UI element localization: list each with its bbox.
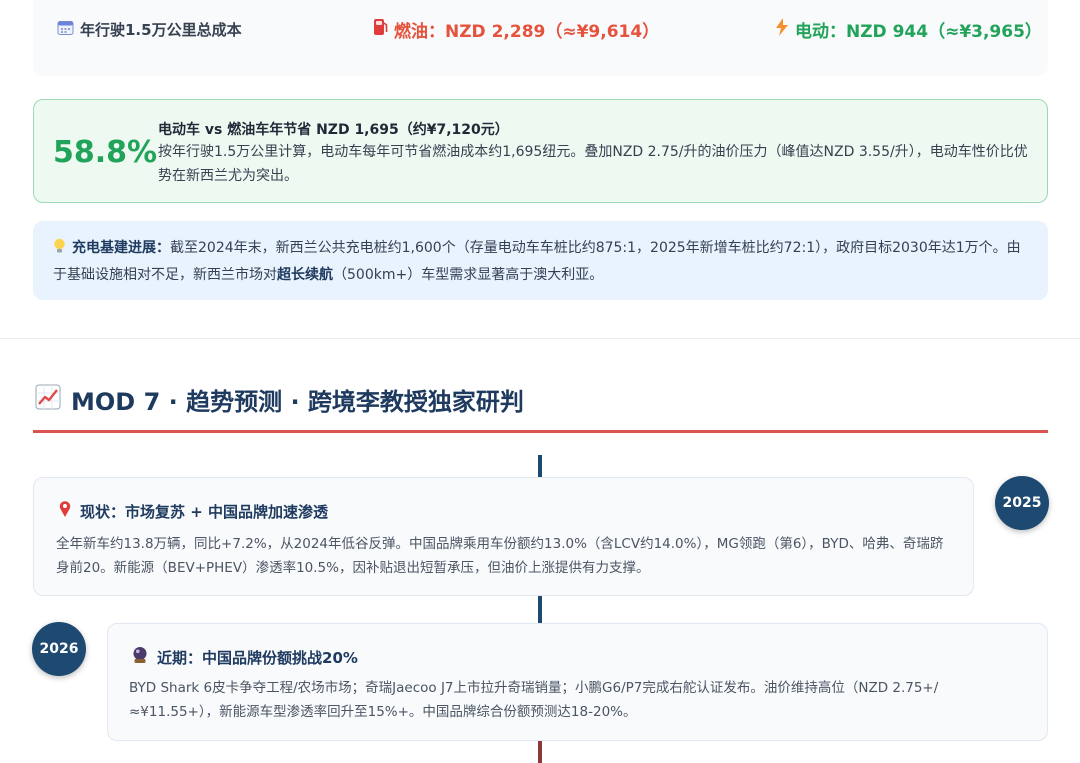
timeline-line-top — [538, 455, 542, 478]
timeline-body-2026: BYD Shark 6皮卡争夺工程/农场市场；奇瑞Jaecoo J7上市拉升奇瑞… — [129, 680, 939, 720]
lightbulb-icon — [53, 238, 66, 263]
ev-cost: 电动：NZD 944（≈¥3,965） — [775, 17, 1042, 42]
timeline-line-middle — [538, 596, 542, 624]
savings-description: 按年行驶1.5万公里计算，电动车每年可节省燃油成本约1,695纽元。叠加NZD … — [158, 144, 1028, 184]
crystal-ball-icon — [131, 646, 149, 668]
year-badge-2026: 2026 — [32, 622, 86, 676]
chart-increasing-icon — [35, 384, 61, 416]
savings-percent: 58.8% — [53, 135, 158, 170]
savings-title: 电动车 vs 燃油车年节省 NZD 1,695（约¥7,120元） — [158, 122, 509, 138]
timeline-title-2025: 现状：市场复苏 + 中国品牌加速渗透 — [58, 500, 328, 522]
calendar-icon — [57, 19, 74, 40]
lightning-icon — [775, 18, 789, 41]
timeline-title-2026: 近期：中国品牌份额挑战20% — [131, 646, 358, 668]
infra-note-label: 充电基建进展： — [72, 240, 170, 256]
infra-note-highlight: 超长续航 — [277, 267, 333, 283]
year-badge-2025: 2025 — [995, 476, 1049, 530]
fuel-cost: 燃油：NZD 2,289（≈¥9,614） — [372, 17, 659, 42]
section-underline — [33, 430, 1048, 433]
infra-note-body-2: （500km+）车型需求显著高于澳大利亚。 — [333, 267, 604, 283]
section-divider — [0, 338, 1080, 339]
pin-icon — [58, 500, 72, 522]
section-title: MOD 7 · 趋势预测 · 跨境李教授独家研判 — [35, 382, 524, 417]
timeline-line-bottom — [538, 741, 542, 763]
timeline-body-2025: 全年新车约13.8万辆，同比+7.2%，从2024年低谷反弹。中国品牌乘用车份额… — [56, 536, 944, 576]
fuel-pump-icon — [372, 18, 388, 41]
annual-cost-label: 年行驶1.5万公里总成本 — [57, 19, 242, 40]
infra-note-text: 充电基建进展：截至2024年末，新西兰公共充电桩约1,600个（存量电动车车桩比… — [53, 236, 1023, 288]
